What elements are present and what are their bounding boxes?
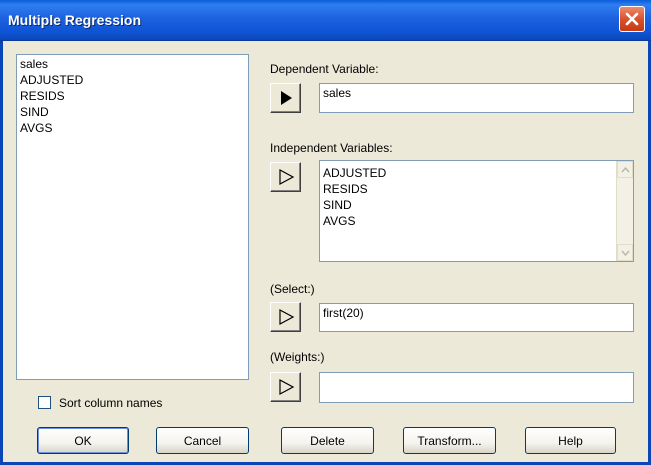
list-item[interactable]: sales [20,56,245,72]
variables-listbox[interactable]: sales ADJUSTED RESIDS SIND AVGS [16,54,249,380]
select-field[interactable]: first(20) [319,303,634,332]
list-item[interactable]: RESIDS [323,181,386,197]
scroll-up-button[interactable] [617,161,633,178]
list-item[interactable]: AVGS [20,120,245,136]
chevron-up-icon [620,166,630,172]
select-label: (Select:) [270,282,315,296]
list-item[interactable]: AVGS [323,213,386,229]
sort-column-names-checkbox[interactable] [38,396,51,409]
list-item[interactable]: SIND [323,197,386,213]
dependent-arrow-button[interactable] [270,83,301,113]
close-icon [625,12,639,26]
title-bar: Multiple Regression [0,0,651,41]
weights-field[interactable] [319,372,634,403]
independent-variables-label: Independent Variables: [270,141,393,155]
select-arrow-button[interactable] [270,302,301,332]
list-item[interactable]: ADJUSTED [20,72,245,88]
list-item[interactable]: RESIDS [20,88,245,104]
transform-button[interactable]: Transform... [403,427,496,454]
independent-arrow-button[interactable] [270,162,301,192]
cancel-button[interactable]: Cancel [156,427,249,454]
close-button[interactable] [619,6,645,32]
list-item[interactable]: SIND [20,104,245,120]
scroll-down-button[interactable] [617,244,633,261]
window-title: Multiple Regression [8,12,142,28]
list-item[interactable]: ADJUSTED [323,165,386,181]
sort-column-names-label: Sort column names [59,396,163,410]
outline-arrow-icon [278,168,294,186]
dependent-variable-field[interactable]: sales [319,83,634,113]
vertical-scrollbar[interactable] [616,161,633,261]
play-arrow-icon [280,91,292,105]
ok-button[interactable]: OK [37,427,129,454]
dependent-variable-label: Dependent Variable: [270,62,379,76]
outline-arrow-icon [278,378,294,396]
weights-arrow-button[interactable] [270,372,301,402]
independent-variables-field[interactable]: ADJUSTED RESIDS SIND AVGS [319,160,634,262]
delete-button[interactable]: Delete [281,427,374,454]
outline-arrow-icon [278,308,294,326]
help-button[interactable]: Help [525,427,616,454]
weights-label: (Weights:) [270,350,325,364]
chevron-down-icon [620,250,630,256]
